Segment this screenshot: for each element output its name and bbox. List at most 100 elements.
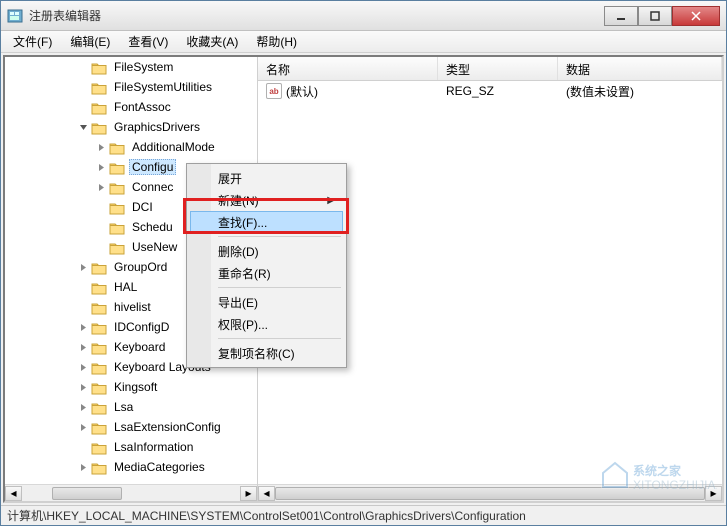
folder-icon — [109, 220, 125, 234]
ctx-export[interactable]: 导出(E) — [190, 291, 343, 313]
tree-item-lsa[interactable]: Lsa — [5, 397, 258, 417]
maximize-button[interactable] — [638, 6, 672, 26]
tree-item-label: FileSystem — [111, 59, 176, 75]
expand-toggle-icon[interactable] — [95, 141, 107, 153]
folder-icon — [91, 280, 107, 294]
tree-scroll-track[interactable] — [22, 486, 240, 501]
client-area: FileSystem FileSystemUtilities FontAssoc Gr… — [3, 55, 724, 503]
tree-item-label: LsaExtensionConfig — [111, 419, 224, 435]
folder-icon — [91, 80, 107, 94]
list-scroll-right[interactable]: ▸ — [705, 486, 722, 501]
folder-icon — [91, 340, 107, 354]
tree-scroll-right[interactable]: ▸ — [240, 486, 257, 501]
expand-toggle-icon[interactable] — [77, 321, 89, 333]
folder-icon — [91, 460, 107, 474]
titlebar[interactable]: 注册表编辑器 — [1, 1, 726, 31]
close-button[interactable] — [672, 6, 720, 26]
folder-icon — [91, 360, 107, 374]
expand-toggle-icon[interactable] — [77, 381, 89, 393]
statusbar: 计算机\HKEY_LOCAL_MACHINE\SYSTEM\ControlSet… — [1, 505, 726, 525]
col-type[interactable]: 类型 — [438, 57, 558, 80]
tree-item-label: FileSystemUtilities — [111, 79, 215, 95]
tree-item-filesystem[interactable]: FileSystem — [5, 57, 258, 77]
tree-item-label: Configu — [129, 159, 176, 175]
tree-item-filesystemutilities[interactable]: FileSystemUtilities — [5, 77, 258, 97]
menu-file[interactable]: 文件(F) — [5, 31, 60, 52]
expand-toggle-icon[interactable] — [77, 361, 89, 373]
tree-item-mediacategories[interactable]: MediaCategories — [5, 457, 258, 477]
folder-icon — [91, 300, 107, 314]
ctx-find[interactable]: 查找(F)... — [190, 211, 343, 233]
list-header: 名称 类型 数据 — [258, 57, 722, 81]
tree-item-label: LsaInformation — [111, 439, 196, 455]
expand-toggle-icon[interactable] — [77, 401, 89, 413]
list-scroll-left[interactable]: ◂ — [258, 486, 275, 501]
menu-favorites[interactable]: 收藏夹(A) — [178, 31, 246, 52]
expand-toggle-icon[interactable] — [77, 421, 89, 433]
expand-toggle-icon[interactable] — [95, 181, 107, 193]
tree-scroll-left[interactable]: ◂ — [5, 486, 22, 501]
folder-icon — [109, 180, 125, 194]
tree-item-label: AdditionalMode — [129, 139, 218, 155]
expand-toggle-icon[interactable] — [77, 261, 89, 273]
menubar: 文件(F) 编辑(E) 查看(V) 收藏夹(A) 帮助(H) — [1, 31, 726, 53]
tree-item-label: Lsa — [111, 399, 136, 415]
ctx-rename[interactable]: 重命名(R) — [190, 262, 343, 284]
tree-item-label: GraphicsDrivers — [111, 119, 203, 135]
tree-item-label: MediaCategories — [111, 459, 208, 475]
tree-item-label: Schedu — [129, 219, 176, 235]
tree-item-label: DCI — [129, 199, 156, 215]
app-icon — [7, 8, 23, 24]
tree-item-label: Connec — [129, 179, 176, 195]
tree-item-lsainformation[interactable]: LsaInformation — [5, 437, 258, 457]
folder-icon — [91, 60, 107, 74]
ctx-permissions[interactable]: 权限(P)... — [190, 313, 343, 335]
tree-item-label: IDConfigD — [111, 319, 172, 335]
list-row[interactable]: ab (默认) REG_SZ (数值未设置) — [258, 81, 722, 101]
tree-item-kingsoft[interactable]: Kingsoft — [5, 377, 258, 397]
tree-item-label: FontAssoc — [111, 99, 174, 115]
list-scroll-track[interactable] — [275, 486, 705, 501]
expand-toggle-icon[interactable] — [77, 341, 89, 353]
tree-scroll-thumb[interactable] — [52, 487, 122, 500]
menu-help[interactable]: 帮助(H) — [248, 31, 305, 52]
ctx-delete[interactable]: 删除(D) — [190, 240, 343, 262]
ctx-copy-key-name[interactable]: 复制项名称(C) — [190, 342, 343, 364]
folder-icon — [91, 440, 107, 454]
tree-item-label: GroupOrd — [111, 259, 170, 275]
tree-item-lsaextensionconfig[interactable]: LsaExtensionConfig — [5, 417, 258, 437]
expand-toggle-icon[interactable] — [77, 461, 89, 473]
context-menu: 展开 新建(N)▶ 查找(F)... 删除(D) 重命名(R) 导出(E) 权限… — [186, 163, 347, 368]
value-type: REG_SZ — [438, 84, 558, 98]
ctx-expand[interactable]: 展开 — [190, 167, 343, 189]
expand-toggle-icon[interactable] — [95, 161, 107, 173]
registry-editor-window: 注册表编辑器 文件(F) 编辑(E) 查看(V) 收藏夹(A) 帮助(H) Fi… — [0, 0, 727, 526]
tree-item-label: UseNew — [129, 239, 180, 255]
folder-icon — [91, 260, 107, 274]
tree-item-fontassoc[interactable]: FontAssoc — [5, 97, 258, 117]
tree-item-graphicsdrivers[interactable]: GraphicsDrivers — [5, 117, 258, 137]
menu-edit[interactable]: 编辑(E) — [62, 31, 118, 52]
tree-item-additionalmode[interactable]: AdditionalMode — [5, 137, 258, 157]
folder-icon — [91, 400, 107, 414]
tree-item-label: Keyboard — [111, 339, 168, 355]
col-name[interactable]: 名称 — [258, 57, 438, 80]
col-data[interactable]: 数据 — [558, 57, 722, 80]
string-value-icon: ab — [266, 83, 282, 99]
tree-item-label: hivelist — [111, 299, 154, 315]
tree-item-label: HAL — [111, 279, 140, 295]
submenu-arrow-icon: ▶ — [327, 195, 335, 206]
expand-toggle-icon[interactable] — [77, 121, 89, 133]
status-path: 计算机\HKEY_LOCAL_MACHINE\SYSTEM\ControlSet… — [7, 507, 526, 524]
folder-icon — [91, 320, 107, 334]
menu-view[interactable]: 查看(V) — [120, 31, 176, 52]
folder-icon — [91, 420, 107, 434]
folder-icon — [91, 380, 107, 394]
value-data: (数值未设置) — [558, 83, 722, 100]
folder-icon — [91, 120, 107, 134]
value-name: (默认) — [286, 83, 318, 100]
folder-icon — [109, 160, 125, 174]
ctx-new[interactable]: 新建(N)▶ — [190, 189, 343, 211]
minimize-button[interactable] — [604, 6, 638, 26]
list-scroll-thumb[interactable] — [275, 487, 705, 500]
